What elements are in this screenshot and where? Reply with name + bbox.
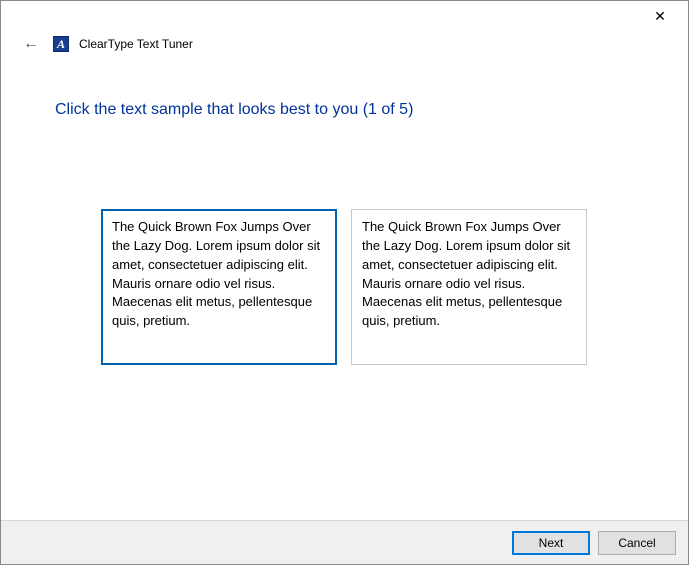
back-button[interactable]: ←	[19, 33, 43, 55]
cancel-button[interactable]: Cancel	[598, 531, 676, 555]
header-row: ← A ClearType Text Tuner	[1, 31, 688, 61]
wizard-window: ✕ ← A ClearType Text Tuner Click the tex…	[0, 0, 689, 565]
text-sample-1[interactable]: The Quick Brown Fox Jumps Over the Lazy …	[101, 209, 337, 365]
next-button[interactable]: Next	[512, 531, 590, 555]
close-icon: ✕	[654, 8, 666, 25]
text-sample-2[interactable]: The Quick Brown Fox Jumps Over the Lazy …	[351, 209, 587, 365]
close-button[interactable]: ✕	[638, 2, 682, 30]
titlebar: ✕	[1, 1, 688, 31]
sample-text: The Quick Brown Fox Jumps Over the Lazy …	[112, 219, 320, 328]
footer-bar: Next Cancel	[1, 520, 688, 564]
back-arrow-icon: ←	[23, 35, 39, 52]
app-title: ClearType Text Tuner	[79, 37, 193, 51]
page-heading: Click the text sample that looks best to…	[55, 101, 634, 119]
sample-row: The Quick Brown Fox Jumps Over the Lazy …	[55, 209, 634, 365]
content-area: Click the text sample that looks best to…	[1, 61, 688, 520]
app-icon: A	[53, 36, 69, 52]
sample-text: The Quick Brown Fox Jumps Over the Lazy …	[362, 219, 570, 328]
